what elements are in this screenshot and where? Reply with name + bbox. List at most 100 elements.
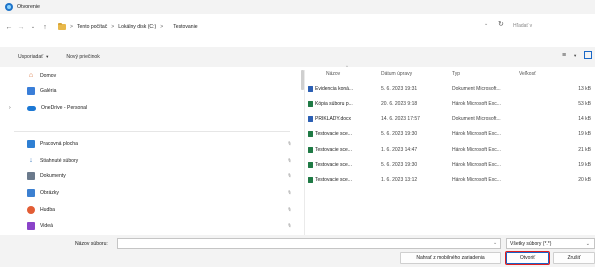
arrow-up-icon[interactable]: ↑ bbox=[39, 24, 51, 31]
filename-label: Názov súboru: bbox=[75, 241, 108, 247]
table-row[interactable]: Kópia súboru p... 20. 6. 2023 9:18 Hárok M… bbox=[305, 99, 595, 110]
sidebar-item-videos[interactable]: Videá ✎ bbox=[0, 221, 297, 231]
chevron-down-icon: ▾ bbox=[46, 54, 49, 59]
upload-from-mobile-button[interactable]: Nahrať z mobilného zariadenia bbox=[400, 252, 501, 264]
address-dropdown-icon[interactable]: ⌄ bbox=[484, 21, 488, 27]
file-name: Testovacie sce... bbox=[315, 147, 352, 153]
file-size: 19 kB bbox=[578, 162, 591, 168]
breadcrumb-separator: > bbox=[160, 24, 164, 30]
sidebar-item-label: Videá bbox=[40, 223, 53, 229]
file-size: 20 kB bbox=[578, 177, 591, 183]
chevron-down-icon: ⌄ bbox=[585, 240, 590, 247]
column-header-name[interactable]: Názov bbox=[326, 71, 340, 77]
file-name: Evidencia koná... bbox=[315, 86, 354, 92]
organize-button[interactable]: Usporiadať ▾ bbox=[18, 54, 48, 60]
sidebar-item-label: Hudba bbox=[40, 207, 56, 213]
sidebar-item-documents[interactable]: Dokumenty ✎ bbox=[0, 171, 297, 181]
view-options-icon[interactable]: ≡ bbox=[562, 52, 566, 59]
divider bbox=[14, 131, 290, 132]
breadcrumb-item-folder[interactable]: Testovanie bbox=[173, 24, 197, 30]
sidebar-item-downloads[interactable]: ↓ Stiahnuté súbory ✎ bbox=[0, 156, 297, 166]
sidebar-item-music[interactable]: Hudba ✎ bbox=[0, 205, 297, 215]
column-header-date[interactable]: Dátum úpravy bbox=[381, 71, 412, 77]
file-size: 14 kB bbox=[578, 116, 591, 122]
sidebar-item-desktop[interactable]: Pracovná plocha ✎ bbox=[0, 139, 297, 149]
word-document-icon bbox=[308, 116, 313, 122]
chevron-down-icon[interactable]: ▾ bbox=[574, 53, 576, 59]
chevron-down-icon[interactable]: ⌄ bbox=[27, 24, 39, 30]
breadcrumb-item-pc[interactable]: Tento počítač bbox=[77, 24, 107, 30]
pin-icon[interactable]: ✎ bbox=[286, 222, 293, 229]
breadcrumb-separator: > bbox=[70, 24, 73, 30]
cancel-button[interactable]: Zrušiť bbox=[553, 252, 595, 264]
filename-input[interactable] bbox=[117, 238, 501, 249]
file-type: Hárok Microsoft Exc... bbox=[452, 131, 501, 137]
file-date: 5. 6. 2023 19:30 bbox=[381, 131, 418, 137]
pin-icon[interactable]: ✎ bbox=[286, 206, 293, 213]
word-document-icon bbox=[308, 86, 313, 92]
pin-icon[interactable]: ✎ bbox=[286, 189, 293, 196]
refresh-icon[interactable]: ↻ bbox=[498, 20, 504, 28]
table-row[interactable]: Testovacie sce... 1. 6. 2023 14:47 Hárok M… bbox=[305, 145, 595, 156]
sidebar-item-label: Obrázky bbox=[40, 190, 59, 196]
file-type: Hárok Microsoft Exc... bbox=[452, 162, 501, 168]
file-type: Dokument Microsoft... bbox=[452, 116, 501, 122]
table-row[interactable]: PRIKLADY.docx 14. 6. 2023 17:57 Dokument M… bbox=[305, 114, 595, 125]
pin-icon[interactable]: ✎ bbox=[286, 157, 293, 164]
file-type: Hárok Microsoft Exc... bbox=[452, 177, 501, 183]
column-header-type[interactable]: Typ bbox=[452, 71, 460, 77]
open-button[interactable]: Otvoriť bbox=[504, 250, 551, 266]
file-date: 20. 6. 2023 9:18 bbox=[381, 101, 418, 107]
file-list-header: ^ Názov Dátum úpravy Typ Veľkosť bbox=[305, 62, 595, 78]
pin-icon[interactable]: ✎ bbox=[286, 140, 293, 147]
file-type: Dokument Microsoft... bbox=[452, 86, 501, 92]
excel-sheet-icon bbox=[308, 101, 313, 107]
file-date: 1. 6. 2023 14:47 bbox=[381, 147, 418, 153]
sidebar-item-label: Dokumenty bbox=[40, 173, 66, 179]
file-date: 5. 6. 2023 19:31 bbox=[381, 86, 418, 92]
file-name: Testovacie sce... bbox=[315, 177, 352, 183]
title-bar: Otvorenie bbox=[0, 0, 595, 14]
sidebar-item-pictures[interactable]: Obrázky ✎ bbox=[0, 188, 297, 198]
app-icon bbox=[5, 3, 13, 11]
download-icon: ↓ bbox=[29, 157, 33, 164]
file-list: ^ Názov Dátum úpravy Typ Veľkosť Evidenc… bbox=[305, 62, 595, 235]
file-date: 5. 6. 2023 19:30 bbox=[381, 162, 418, 168]
organize-label: Usporiadať bbox=[18, 54, 44, 60]
arrow-left-icon[interactable]: ← bbox=[3, 24, 15, 31]
file-name: Kópia súboru p... bbox=[315, 101, 353, 107]
sidebar-item-onedrive[interactable]: › OneDrive - Personal bbox=[0, 103, 297, 113]
breadcrumb-separator: > bbox=[111, 24, 115, 30]
file-date: 1. 6. 2023 13:12 bbox=[381, 177, 418, 183]
gallery-icon bbox=[27, 87, 35, 95]
videos-icon bbox=[27, 222, 35, 230]
home-icon: ⌂ bbox=[28, 72, 34, 79]
arrow-right-icon[interactable]: → bbox=[15, 24, 27, 31]
sidebar-item-gallery[interactable]: Galéria bbox=[0, 86, 297, 96]
address-bar[interactable]: > Tento počítač > Lokálny disk (C:) > Te… bbox=[54, 21, 483, 33]
filetype-value: Všetky súbory (*.*) bbox=[510, 240, 552, 247]
pictures-icon bbox=[27, 189, 35, 197]
chevron-right-icon[interactable]: › bbox=[9, 105, 11, 111]
file-name: Testovacie sce... bbox=[315, 162, 352, 168]
search-placeholder: Hľadať v bbox=[513, 23, 533, 29]
filetype-select[interactable]: Všetky súbory (*.*) ⌄ bbox=[506, 238, 595, 249]
sidebar-item-home[interactable]: ⌂ Domov bbox=[0, 71, 297, 81]
preview-pane-icon[interactable] bbox=[584, 51, 592, 59]
table-row[interactable]: Testovacie sce... 5. 6. 2023 19:30 Hárok M… bbox=[305, 129, 595, 140]
chevron-down-icon[interactable]: ⌄ bbox=[493, 240, 497, 246]
file-name: Testovacie sce... bbox=[315, 131, 352, 137]
pin-icon[interactable]: ✎ bbox=[286, 172, 293, 179]
sort-up-icon: ^ bbox=[346, 64, 348, 69]
column-header-size[interactable]: Veľkosť bbox=[519, 71, 536, 77]
new-folder-button[interactable]: Nový priečinok bbox=[66, 54, 99, 60]
table-row[interactable]: Evidencia koná... 5. 6. 2023 19:31 Dokumen… bbox=[305, 84, 595, 95]
table-row[interactable]: Testovacie sce... 5. 6. 2023 19:30 Hárok M… bbox=[305, 160, 595, 171]
cloud-icon bbox=[27, 105, 36, 111]
file-type: Hárok Microsoft Exc... bbox=[452, 101, 501, 107]
file-size: 19 kB bbox=[578, 131, 591, 137]
search-input[interactable]: Hľadať v bbox=[511, 20, 595, 32]
sidebar-item-label: Pracovná plocha bbox=[40, 141, 78, 147]
breadcrumb-item-disk[interactable]: Lokálny disk (C:) bbox=[118, 24, 156, 30]
table-row[interactable]: Testovacie sce... 1. 6. 2023 13:12 Hárok M… bbox=[305, 175, 595, 186]
